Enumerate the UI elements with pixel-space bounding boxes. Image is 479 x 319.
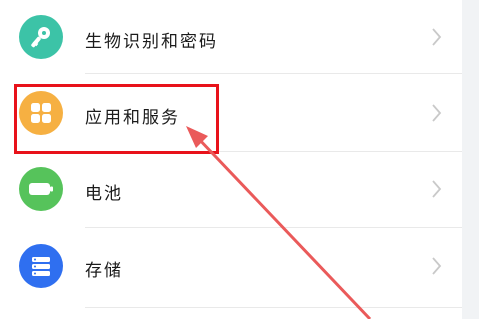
pointer-arrow-icon (186, 126, 372, 319)
